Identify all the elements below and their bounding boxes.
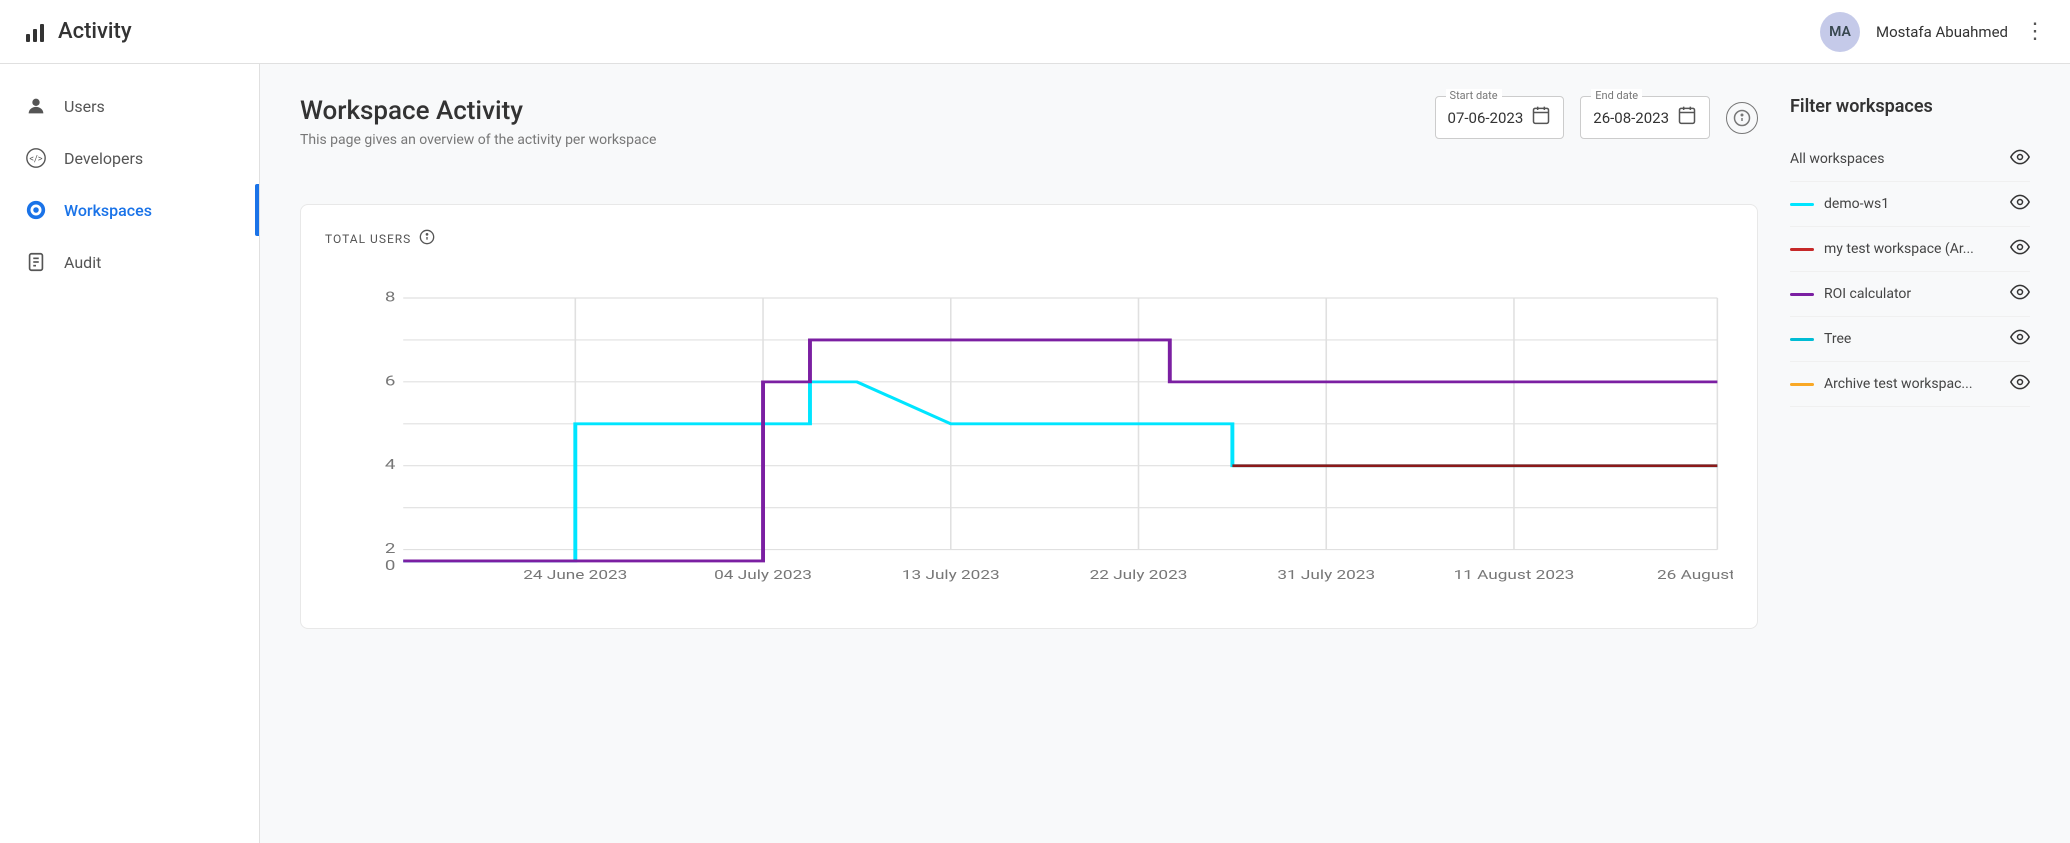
end-date-field[interactable]: End date 26-08-2023	[1580, 96, 1710, 139]
sidebar: Users </> Developers Workspaces	[0, 64, 260, 843]
sidebar-item-developers[interactable]: </> Developers	[0, 132, 259, 184]
activity-icon	[24, 20, 48, 44]
menu-button[interactable]: ⋮	[2024, 19, 2046, 44]
sidebar-label-workspaces: Workspaces	[64, 201, 152, 220]
chart-section: TOTAL USERS	[300, 204, 1758, 629]
users-icon	[24, 94, 48, 118]
svg-text:13 July 2023: 13 July 2023	[902, 567, 1000, 582]
color-tree	[1790, 338, 1814, 341]
user-avatar: MA	[1820, 12, 1860, 52]
svg-text:31 July 2023: 31 July 2023	[1277, 567, 1375, 582]
filter-item-roi: ROI calculator	[1790, 272, 2030, 317]
filter-item-archive: Archive test workspac...	[1790, 362, 2030, 407]
end-date-calendar-icon[interactable]	[1677, 105, 1697, 130]
filter-title: Filter workspaces	[1790, 96, 2030, 117]
top-row: Workspace Activity This page gives an ov…	[300, 96, 1758, 180]
filter-label-tree: Tree	[1824, 331, 1851, 347]
page-title: Workspace Activity	[300, 96, 656, 126]
page-header: Workspace Activity This page gives an ov…	[300, 96, 656, 180]
sidebar-label-audit: Audit	[64, 253, 101, 272]
filter-label-demo-ws1: demo-ws1	[1824, 196, 1889, 212]
main-content: Workspace Activity This page gives an ov…	[260, 64, 2070, 843]
svg-text:4: 4	[385, 458, 396, 474]
eye-icon-demo-ws1[interactable]	[2010, 192, 2030, 216]
eye-icon-tree[interactable]	[2010, 327, 2030, 351]
color-my-test	[1790, 248, 1814, 251]
info-button[interactable]	[1726, 102, 1758, 134]
svg-text:22 July 2023: 22 July 2023	[1090, 567, 1188, 582]
svg-text:11 August 2023: 11 August 2023	[1454, 567, 1575, 582]
header-right: MA Mostafa Abuahmed ⋮	[1820, 12, 2046, 52]
filter-item-tree: Tree	[1790, 317, 2030, 362]
eye-icon-archive[interactable]	[2010, 372, 2030, 396]
eye-icon-my-test[interactable]	[2010, 237, 2030, 261]
svg-text:6: 6	[385, 374, 396, 390]
filter-item-all: All workspaces	[1790, 137, 2030, 182]
svg-text:</>: </>	[29, 155, 42, 165]
filter-label-archive: Archive test workspac...	[1824, 376, 1973, 392]
sidebar-label-developers: Developers	[64, 149, 143, 168]
start-date-label: Start date	[1446, 89, 1502, 102]
color-demo-ws1	[1790, 203, 1814, 206]
user-name: Mostafa Abuahmed	[1876, 23, 2008, 41]
sidebar-label-users: Users	[64, 97, 105, 116]
filter-label-roi: ROI calculator	[1824, 286, 1911, 302]
workspaces-icon	[24, 198, 48, 222]
filter-item-my-test: my test workspace (Ar...	[1790, 227, 2030, 272]
start-date-value: 07-06-2023	[1448, 109, 1524, 127]
filter-label-my-test: my test workspace (Ar...	[1824, 241, 1974, 257]
content-area: Workspace Activity This page gives an ov…	[300, 96, 1758, 811]
svg-text:2: 2	[385, 541, 396, 557]
color-roi	[1790, 293, 1814, 296]
chart-container: 8 6 4 2 0 24 June 2023 04 July 2023 13 J…	[325, 264, 1733, 604]
developers-icon: </>	[24, 146, 48, 170]
end-date-label: End date	[1591, 89, 1642, 102]
start-date-calendar-icon[interactable]	[1531, 105, 1551, 130]
svg-text:8: 8	[385, 290, 396, 306]
end-date-value: 26-08-2023	[1593, 109, 1669, 127]
eye-icon-roi[interactable]	[2010, 282, 2030, 306]
eye-icon-all[interactable]	[2010, 147, 2030, 171]
chart-label: TOTAL USERS	[325, 229, 1733, 248]
app-header: Activity MA Mostafa Abuahmed ⋮	[0, 0, 2070, 64]
sidebar-item-audit[interactable]: Audit	[0, 236, 259, 288]
page-subtitle: This page gives an overview of the activ…	[300, 132, 656, 148]
sidebar-item-workspaces[interactable]: Workspaces	[0, 184, 259, 236]
audit-icon	[24, 250, 48, 274]
right-panel: Filter workspaces All workspaces demo-ws…	[1790, 96, 2030, 811]
header-title: Activity	[58, 19, 132, 44]
date-filters: Start date 07-06-2023 End date	[1435, 96, 1758, 139]
svg-text:24 June 2023: 24 June 2023	[523, 567, 627, 582]
filter-label-all: All workspaces	[1790, 151, 1884, 167]
filter-item-demo-ws1: demo-ws1	[1790, 182, 2030, 227]
header-left: Activity	[24, 19, 132, 44]
sidebar-item-users[interactable]: Users	[0, 80, 259, 132]
color-archive	[1790, 383, 1814, 386]
main-layout: Users </> Developers Workspaces	[0, 64, 2070, 843]
svg-text:04 July 2023: 04 July 2023	[714, 567, 812, 582]
start-date-field[interactable]: Start date 07-06-2023	[1435, 96, 1565, 139]
line-chart: 8 6 4 2 0 24 June 2023 04 July 2023 13 J…	[325, 264, 1733, 604]
svg-text:26 August 2023: 26 August 2023	[1657, 567, 1733, 582]
chart-info-icon	[419, 229, 435, 248]
svg-text:0: 0	[385, 558, 396, 574]
